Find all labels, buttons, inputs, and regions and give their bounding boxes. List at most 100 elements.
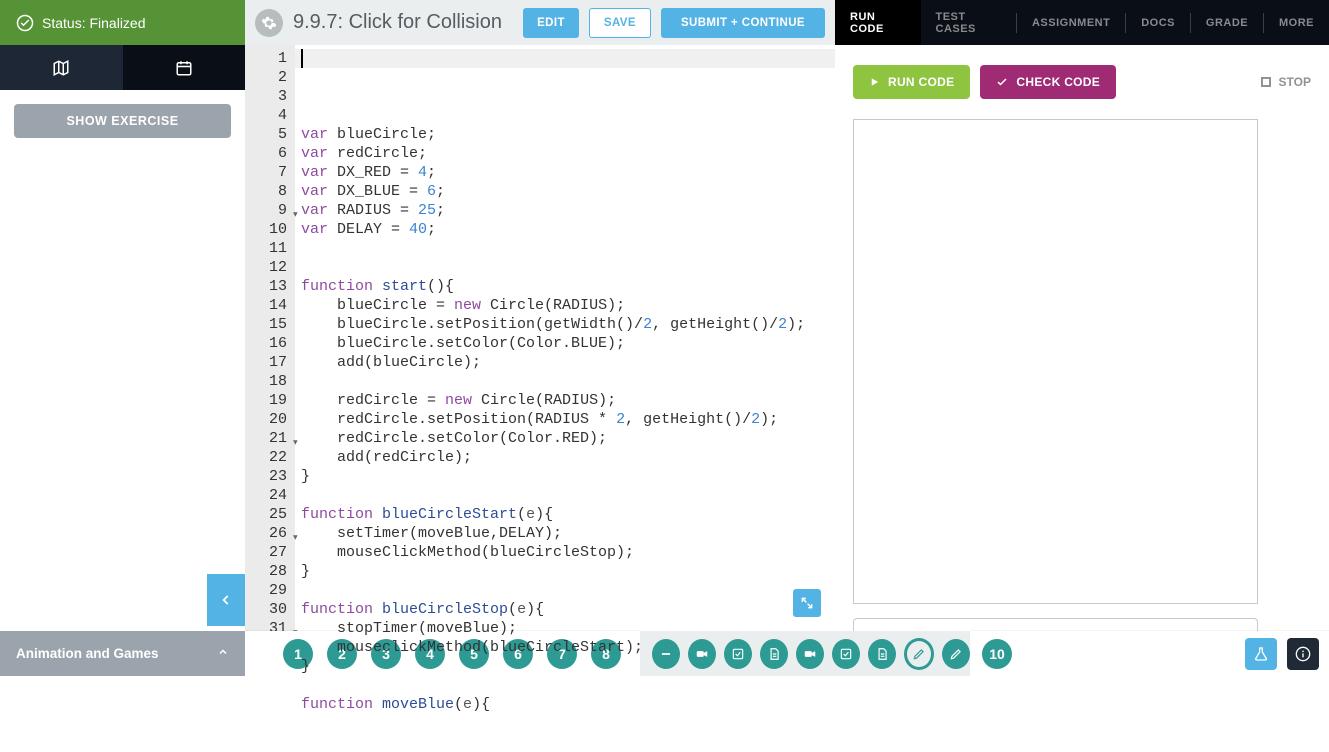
line-number: 27 [245,543,295,562]
code-line[interactable] [301,239,829,258]
code-line[interactable]: add(blueCircle); [301,353,829,372]
nav-test-cases[interactable]: TEST CASES [921,0,1017,45]
line-number: 5 [245,125,295,144]
line-number: 4 [245,106,295,125]
chevron-up-icon [217,646,229,661]
line-number: 24 [245,486,295,505]
bottom-right-bar: 10 [970,631,1329,676]
code-line[interactable]: } [301,467,829,486]
code-line[interactable]: redCircle.setColor(Color.RED); [301,429,829,448]
code-line[interactable] [301,486,829,505]
run-toolbar: RUN CODE CHECK CODE STOP [835,45,1329,119]
page-title: 9.9.7: Click for Collision [293,11,513,34]
code-line[interactable]: function blueCircleStop(e){ [301,600,829,619]
code-line[interactable] [301,258,829,277]
nav-more[interactable]: MORE [1264,0,1329,45]
nav-current-exercise[interactable] [904,638,934,670]
nav-run-code[interactable]: RUN CODE [835,0,921,45]
code-line[interactable]: function start(){ [301,277,829,296]
save-button[interactable]: SAVE [589,8,651,38]
code-line[interactable]: blueCircle = new Circle(RADIUS); [301,296,829,315]
code-line[interactable]: } [301,657,829,676]
nav-assignment[interactable]: ASSIGNMENT [1017,0,1125,45]
sandbox-button[interactable] [1245,638,1277,670]
line-number: 11 [245,239,295,258]
line-number: 7 [245,163,295,182]
calendar-icon [175,59,193,77]
nav-doc2-button[interactable] [868,639,896,669]
check-circle-icon [16,14,34,32]
line-number: 10 [245,220,295,239]
code-line[interactable]: blueCircle.setPosition(getWidth()/2, get… [301,315,829,334]
checklist-icon [839,647,853,661]
code-line[interactable]: setTimer(moveBlue,DELAY); [301,524,829,543]
gutter: 1234567891011121314151617181920212223242… [245,45,295,631]
line-number: 15 [245,315,295,334]
editor-header: 9.9.7: Click for Collision EDIT SAVE SUB… [245,0,835,45]
canvas-output[interactable] [853,119,1258,604]
code-editor[interactable]: 1234567891011121314151617181920212223242… [245,45,835,631]
code-line[interactable]: redCircle = new Circle(RADIUS); [301,391,829,410]
code-line[interactable]: stopTimer(moveBlue); [301,619,829,638]
check-code-button[interactable]: CHECK CODE [980,65,1116,99]
module-selector[interactable]: Animation and Games [0,631,245,676]
check-code-label: CHECK CODE [1016,75,1100,89]
tab-calendar[interactable] [123,45,246,90]
code-line[interactable]: } [301,562,829,581]
nav-grade[interactable]: GRADE [1191,0,1263,45]
submit-continue-button[interactable]: SUBMIT + CONTINUE [661,8,825,38]
info-button[interactable] [1287,638,1319,670]
code-line[interactable]: var redCircle; [301,144,829,163]
status-bar: Status: Finalized [0,0,245,45]
line-number: 1 [245,49,295,68]
code-line[interactable] [301,581,829,600]
code-line[interactable]: var DX_BLUE = 6; [301,182,829,201]
code-area[interactable]: var blueCircle;var redCircle;var DX_RED … [295,45,835,631]
nav-check2-button[interactable] [832,639,860,669]
collapse-sidebar-button[interactable] [207,574,245,626]
edit-button[interactable]: EDIT [523,8,579,38]
line-number: 14 [245,296,295,315]
code-line[interactable]: mouseclickMethod(blueCircleStart); [301,638,829,657]
run-code-button[interactable]: RUN CODE [853,65,970,99]
line-number: 16 [245,334,295,353]
code-line[interactable] [301,676,829,695]
code-line[interactable]: var DX_RED = 4; [301,163,829,182]
code-line[interactable]: var blueCircle; [301,125,829,144]
line-number: 22 [245,448,295,467]
nav-docs[interactable]: DOCS [1126,0,1190,45]
line-number: 26 [245,524,295,543]
code-line[interactable]: function moveBlue(e){ [301,695,829,714]
top-nav: RUN CODE TEST CASES ASSIGNMENT DOCS GRAD… [835,0,1329,45]
line-number: 25 [245,505,295,524]
settings-button[interactable] [255,9,283,37]
line-number: 17 [245,353,295,372]
line-number: 2 [245,68,295,87]
flask-icon [1253,646,1269,662]
current-line-highlight [295,49,835,68]
code-line[interactable]: var DELAY = 40; [301,220,829,239]
document-icon [875,647,889,661]
stop-button[interactable]: STOP [1261,75,1311,89]
code-line[interactable]: blueCircle.setColor(Color.BLUE); [301,334,829,353]
gear-icon [261,15,277,31]
code-line[interactable]: var RADIUS = 25; [301,201,829,220]
module-name: Animation and Games [16,646,159,661]
line-number: 12 [245,258,295,277]
tab-map[interactable] [0,45,123,90]
check-icon [996,76,1008,88]
left-sidebar: SHOW EXERCISE [0,90,245,630]
nav-exercise-button[interactable] [942,639,970,669]
line-number: 21 [245,429,295,448]
code-line[interactable]: function blueCircleStart(e){ [301,505,829,524]
code-line[interactable] [301,372,829,391]
code-line[interactable]: add(redCircle); [301,448,829,467]
line-number: 8 [245,182,295,201]
run-code-label: RUN CODE [888,75,954,89]
code-line[interactable]: mouseClickMethod(blueCircleStop); [301,543,829,562]
nav-number-10[interactable]: 10 [982,639,1012,669]
stop-icon [1261,77,1271,87]
show-exercise-button[interactable]: SHOW EXERCISE [14,104,231,138]
map-icon [52,59,70,77]
code-line[interactable]: redCircle.setPosition(RADIUS * 2, getHei… [301,410,829,429]
